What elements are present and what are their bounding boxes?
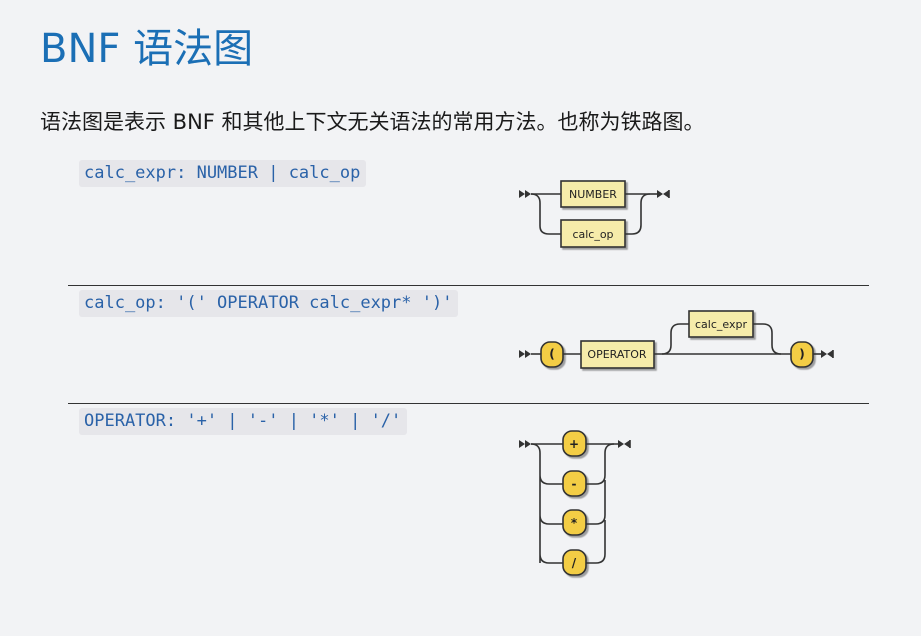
terminal-label-close-paren: ) [799,347,804,361]
terminal-label-plus: + [569,437,579,451]
diagram-calc-op [519,310,834,369]
railroad-diagrams: NUMBER calc_op ( OPERATOR calc_expr ) + … [519,180,834,576]
diagram-operator [519,430,631,576]
nonterminal-label-calc-expr: calc_expr [695,318,747,331]
start-marker [525,190,531,198]
nonterminal-label-operator: OPERATOR [587,348,646,361]
choice-label-number: NUMBER [569,188,617,201]
start-marker [525,440,531,448]
end-marker [624,440,630,448]
terminal-label-open-paren: ( [549,347,554,361]
choice-label-calc-op: calc_op [572,228,613,241]
end-marker [827,350,833,358]
start-marker [519,350,525,358]
terminal-label-star: * [571,516,578,530]
terminal-label-minus: - [572,477,577,491]
start-marker [525,350,531,358]
terminal-label-slash: / [572,556,577,570]
start-marker [519,440,525,448]
end-marker [663,190,669,198]
start-marker [519,190,525,198]
end-marker [821,350,827,358]
end-marker [657,190,663,198]
end-marker [618,440,624,448]
